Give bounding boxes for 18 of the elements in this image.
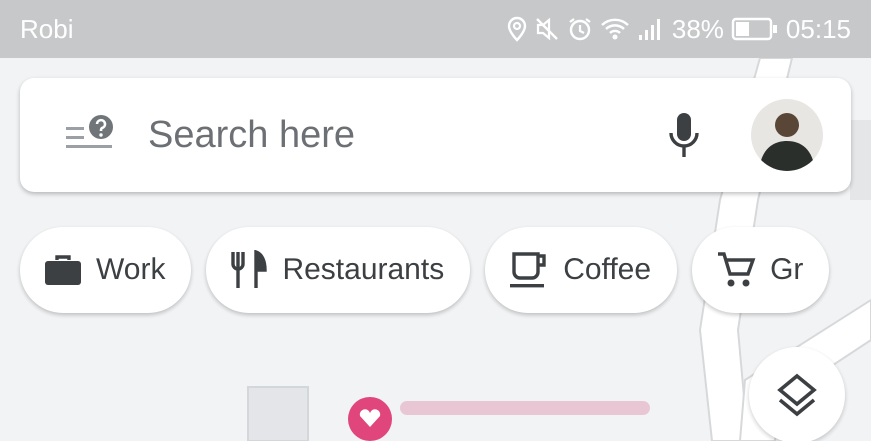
fork-knife-icon [230,250,268,290]
alarm-icon [566,16,593,42]
carrier-name: Robi [20,14,74,44]
category-chip[interactable]: Gr [692,227,830,313]
microphone-icon[interactable] [667,111,701,159]
wifi-icon [600,16,630,42]
search-field[interactable]: Search here [146,112,667,158]
category-chip[interactable]: Restaurants [206,227,470,313]
category-chip[interactable]: Work [20,227,192,313]
cart-icon [716,251,756,289]
battery-icon [730,16,779,42]
briefcase-icon [44,254,82,286]
location-icon [506,16,527,42]
search-bar[interactable]: Search here [20,78,851,192]
category-chip[interactable]: Coffee [485,227,678,313]
muted-icon [534,16,560,42]
clock-time: 05:15 [786,14,851,44]
battery-percentage: 38% [672,14,724,44]
